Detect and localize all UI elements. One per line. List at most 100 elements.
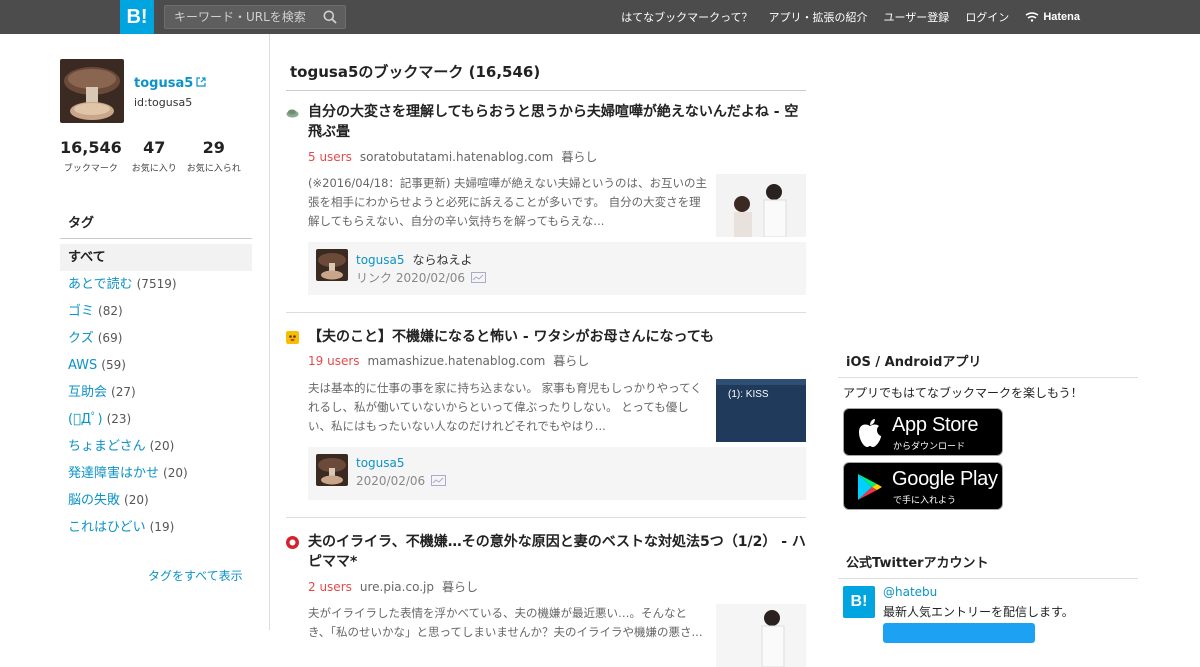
app-store-button[interactable]: App Store からダウンロード <box>843 408 1003 456</box>
tag-item[interactable]: これはひどい (19) <box>60 514 252 541</box>
tag-item[interactable]: あとで読む (7519) <box>60 271 252 298</box>
app-promo-text: アプリでもはてなブックマークを楽しもう！ <box>843 386 1083 400</box>
nav-about[interactable]: はてなブックマークって？ <box>621 9 752 25</box>
tag-item[interactable]: クズ (69) <box>60 325 252 352</box>
tag-item[interactable]: 互助会 (27) <box>60 379 252 406</box>
tag-item-all[interactable]: すべて <box>60 244 252 271</box>
entry-title-link[interactable]: 【夫のこと】不機嫌になると怖い - ワタシがお母さんになっても <box>308 327 806 347</box>
twitter-follow-button[interactable] <box>883 623 1035 643</box>
app-heading: iOS / Androidアプリ <box>838 351 1138 378</box>
page-title: togusa5のブックマーク (16,546) <box>286 61 806 91</box>
entry-domain-link[interactable]: ure.pia.co.jp <box>360 580 434 594</box>
stat-bookmarks-num: 16,546 <box>60 138 122 157</box>
profile-name-link[interactable]: togusa5 <box>134 76 206 91</box>
stat-favorites-label: お気に入り <box>131 164 177 174</box>
tag-count: (82) <box>98 304 123 318</box>
show-all-tags-link[interactable]: タグをすべて表示 <box>148 567 243 584</box>
entry-domain-link[interactable]: mamashizue.hatenablog.com <box>368 354 546 368</box>
app-store-title: App Store <box>892 414 979 436</box>
twitter-heading: 公式Twitterアカウント <box>838 552 1138 579</box>
entry-description: (※2016/04/18：記事更新) 夫婦喧嘩が絶えない夫婦というのは、お互いの… <box>308 176 708 228</box>
tag-item[interactable]: AWS (59) <box>60 352 252 379</box>
tag-link[interactable]: 互助会 <box>68 385 107 400</box>
comment-user-link[interactable]: togusa5 <box>356 456 405 470</box>
chart-icon[interactable] <box>470 272 486 283</box>
tag-item[interactable]: 脳の失敗 (20) <box>60 487 252 514</box>
entry-users-link[interactable]: 2 users <box>308 580 352 594</box>
entry-title-link[interactable]: 夫のイライラ、不機嫌…その意外な原因と妻のベストな対処法5つ（1/2） - ハピ… <box>308 532 806 572</box>
search-input[interactable] <box>165 6 315 28</box>
hatena-wordmark: Hatena <box>1043 11 1080 23</box>
entry-users-link[interactable]: 19 users <box>308 354 360 368</box>
tag-count: (27) <box>111 385 136 399</box>
profile-sidebar: togusa5 id:togusa5 16,546 ブックマーク 47 お気に入… <box>60 34 270 630</box>
avatar[interactable] <box>316 454 348 486</box>
header-nav: はてなブックマークって？ アプリ・拡張の紹介 ユーザー登録 ログイン Haten… <box>605 0 1080 34</box>
entry-divider <box>286 312 806 313</box>
nav-login[interactable]: ログイン <box>965 9 1009 25</box>
hatebu-logo[interactable]: B! <box>120 0 154 34</box>
entry-users-link[interactable]: 5 users <box>308 150 352 164</box>
stat-favorited-label: お気に入られ <box>186 164 241 174</box>
tag-count: (20) <box>149 439 175 453</box>
tag-item[interactable]: 発達障害はかせ (20) <box>60 460 252 487</box>
entry-category-link[interactable]: 暮らし <box>553 354 589 368</box>
stat-favorites[interactable]: 47 お気に入り <box>132 138 177 174</box>
tag-item[interactable]: ゴミ (82) <box>60 298 252 325</box>
favicon-icon <box>286 536 299 549</box>
stat-bookmarks-label: ブックマーク <box>63 164 118 174</box>
stat-bookmarks[interactable]: 16,546 ブックマーク <box>60 138 122 174</box>
global-header: B! はてなブックマークって？ アプリ・拡張の紹介 ユーザー登録 ログイン Ha… <box>0 0 1200 34</box>
external-link-icon <box>196 77 206 87</box>
hatebu-twitter-logo[interactable]: B! <box>843 586 875 618</box>
tag-link[interactable]: ちょまどさん <box>68 439 146 454</box>
nav-register[interactable]: ユーザー登録 <box>884 9 950 25</box>
comment-user-link[interactable]: togusa5 <box>356 253 405 267</box>
comment-box: togusa5 2020/02/06 <box>308 447 806 500</box>
tag-link[interactable]: クズ <box>68 331 94 346</box>
tag-link[interactable]: あとで読む <box>68 277 133 292</box>
entry-domain-link[interactable]: soratobutatami.hatenablog.com <box>360 150 553 164</box>
tag-link[interactable]: ゴミ <box>68 304 94 319</box>
comment-meta: 2020/02/06 <box>356 474 447 488</box>
favicon-icon <box>286 109 299 118</box>
hatena-mark-icon <box>1025 12 1039 22</box>
google-play-subtitle: で手に入れよう <box>893 496 957 506</box>
search-icon[interactable] <box>323 10 337 24</box>
tag-count: (69) <box>97 331 123 345</box>
tag-link[interactable]: AWS <box>68 358 97 373</box>
comment-line: togusa5 ならねえよ <box>356 251 473 268</box>
twitter-handle-link[interactable]: @hatebu <box>883 585 937 599</box>
search-box <box>164 5 346 29</box>
tag-count: (20) <box>163 466 188 480</box>
entry-category-link[interactable]: 暮らし <box>442 580 478 594</box>
twitter-description: 最新人気エントリーを配信します。 <box>883 605 1074 619</box>
entry-category-link[interactable]: 暮らし <box>561 150 597 164</box>
comment-line: togusa5 <box>356 456 405 470</box>
tag-link[interactable]: これはひどい <box>68 520 146 535</box>
tag-link[interactable]: (ﾟДﾟ) <box>68 412 103 427</box>
hatena-logo[interactable]: Hatena <box>1025 11 1080 23</box>
tag-list: すべて あとで読む (7519) ゴミ (82) クズ (69) AWS (59) 互助… <box>60 244 252 541</box>
stat-favorited[interactable]: 29 お気に入られ <box>187 138 241 174</box>
nav-apps[interactable]: アプリ・拡張の紹介 <box>769 9 868 25</box>
entry-description: 夫がイライラした表情を浮かべている、夫の機嫌が最近悪い…。そんなとき、「私のせい… <box>308 606 703 639</box>
avatar[interactable] <box>316 249 348 281</box>
tag-item[interactable]: ちょまどさん (20) <box>60 433 252 460</box>
thumbnail-band <box>716 379 806 385</box>
avatar[interactable] <box>60 59 124 123</box>
thumbnail-caption: (1): KISS <box>728 389 769 400</box>
comment-date: 2020/02/06 <box>356 474 426 488</box>
tag-link[interactable]: 脳の失敗 <box>68 493 120 508</box>
tag-item[interactable]: (ﾟДﾟ) (23) <box>60 406 252 433</box>
tag-link[interactable]: 発達障害はかせ <box>68 466 159 481</box>
entry-divider <box>286 517 806 518</box>
entry-thumbnail[interactable] <box>716 174 806 237</box>
entry-title-link[interactable]: 自分の大変さを理解してもらおうと思うから夫婦喧嘩が絶えないんだよね - 空飛ぶ畳 <box>308 102 806 142</box>
tag-count: (19) <box>149 520 175 534</box>
tag-heading: タグ <box>60 212 252 239</box>
entry-thumbnail[interactable]: (1): KISS <box>716 379 806 442</box>
entry-thumbnail[interactable] <box>716 604 806 667</box>
chart-icon[interactable] <box>431 475 447 486</box>
google-play-button[interactable]: Google Play で手に入れよう <box>843 462 1003 510</box>
